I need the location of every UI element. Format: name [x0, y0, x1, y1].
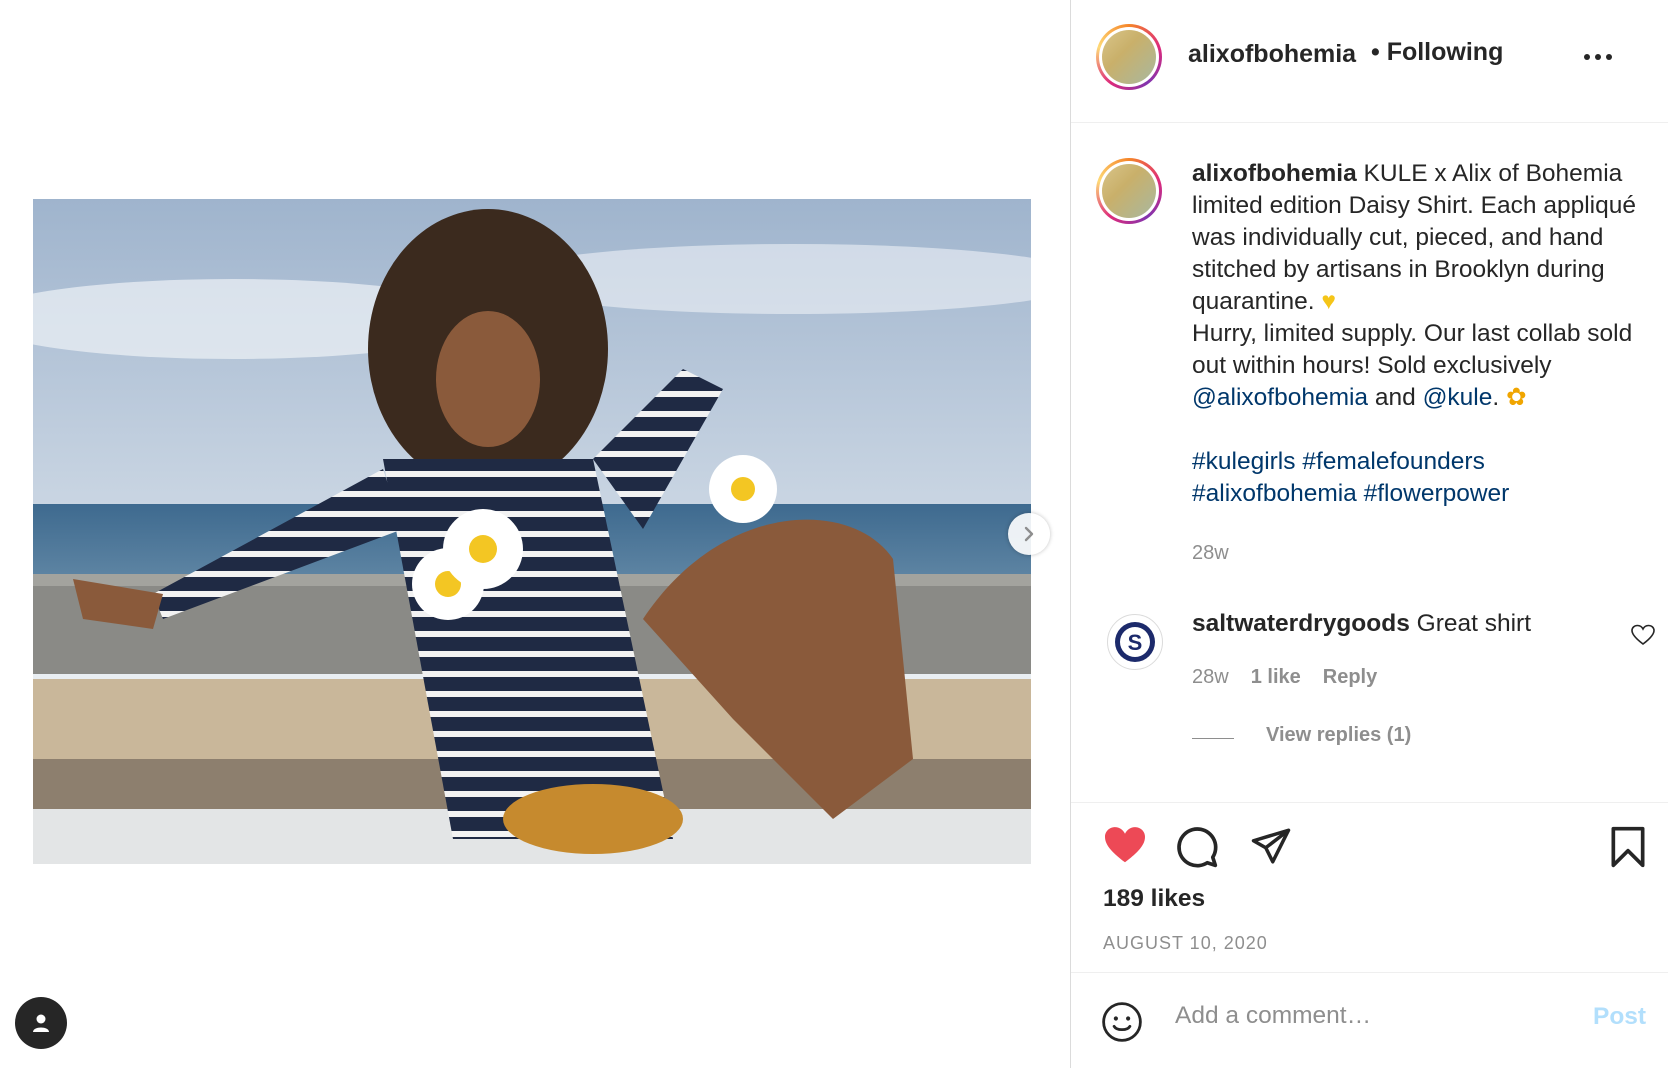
reply-button[interactable]: Reply	[1323, 666, 1377, 689]
caption-and: and	[1374, 384, 1416, 411]
caption-body-2: Hurry, limited supply. Our last collab s…	[1192, 320, 1633, 379]
comment-input[interactable]	[1173, 995, 1557, 1037]
hashtag-link[interactable]: #kulegirls	[1192, 448, 1296, 475]
following-status[interactable]: • Following	[1371, 38, 1503, 67]
mention-link[interactable]: @alixofbohemia	[1192, 384, 1368, 411]
paper-plane-icon[interactable]	[1249, 825, 1293, 867]
profile-button[interactable]	[15, 997, 67, 1049]
media-pane	[0, 0, 1070, 1068]
avatar-photo	[1102, 30, 1156, 84]
yellow-heart-icon: ♥	[1321, 288, 1336, 315]
avatar-photo	[1102, 164, 1156, 218]
hashtag-link[interactable]: #alixofbohemia	[1192, 480, 1357, 507]
caption-username[interactable]: alixofbohemia	[1192, 160, 1357, 187]
next-photo-button[interactable]	[1008, 513, 1050, 555]
comment-body: Great shirt	[1416, 610, 1532, 637]
person-icon	[33, 1014, 49, 1032]
heart-outline-icon[interactable]	[1631, 624, 1655, 646]
smiley-icon[interactable]	[1101, 1001, 1143, 1043]
hashtag-link[interactable]: #femalefounders	[1302, 448, 1485, 475]
comment-bubble-icon[interactable]	[1175, 825, 1219, 869]
svg-text:S: S	[1128, 630, 1143, 655]
caption-period: .	[1492, 384, 1500, 411]
saltwater-logo-icon: S	[1115, 622, 1155, 662]
mention-link[interactable]: @kule	[1423, 384, 1493, 411]
hashtag-link[interactable]: #flowerpower	[1364, 480, 1510, 507]
comment-timestamp: 28w	[1192, 666, 1229, 688]
chevron-right-icon	[1024, 526, 1034, 542]
header-username[interactable]: alixofbohemia	[1188, 40, 1356, 69]
view-replies-button[interactable]: View replies (1)	[1266, 724, 1411, 747]
comments-area: alixofbohemia KULE x Alix of Bohemia lim…	[1071, 122, 1668, 802]
post-date: AUGUST 10, 2020	[1103, 933, 1268, 953]
bookmark-icon[interactable]	[1609, 825, 1647, 869]
comment-likes[interactable]: 1 like	[1251, 666, 1301, 689]
add-comment-bar: Post	[1071, 972, 1668, 1069]
header-avatar[interactable]	[1096, 24, 1162, 90]
comment: saltwaterdrygoods Great shirt	[1192, 610, 1531, 638]
replies-divider	[1192, 738, 1234, 739]
caption-avatar[interactable]	[1096, 158, 1162, 224]
more-options-icon[interactable]	[1583, 52, 1613, 62]
caption-timestamp: 28w	[1192, 542, 1229, 564]
sunflower-icon: ✿	[1506, 384, 1527, 411]
comment-meta: 28w 1 like Reply	[1192, 666, 1377, 689]
beach-photo-illustration	[33, 199, 1031, 864]
likes-count[interactable]: 189 likes	[1103, 885, 1205, 913]
post-sidebar: alixofbohemia • Following alixofbohemia …	[1070, 0, 1668, 1068]
post-header: alixofbohemia • Following	[1071, 0, 1668, 123]
post-photo[interactable]	[33, 199, 1031, 864]
heart-filled-icon[interactable]	[1103, 825, 1147, 865]
post-comment-button[interactable]: Post	[1593, 1003, 1646, 1031]
comment-username[interactable]: saltwaterdrygoods	[1192, 610, 1410, 637]
post-actions: 189 likes AUGUST 10, 2020	[1071, 802, 1668, 973]
commenter-avatar[interactable]: S	[1107, 614, 1163, 670]
post-caption: alixofbohemia KULE x Alix of Bohemia lim…	[1192, 158, 1642, 510]
